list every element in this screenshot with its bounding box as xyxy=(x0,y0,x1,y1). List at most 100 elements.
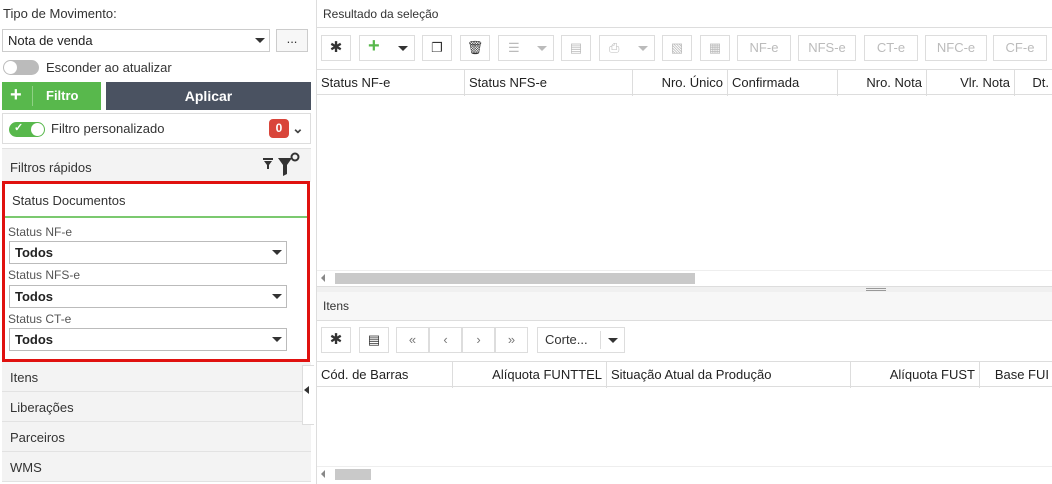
document-clock-icon: ▧ xyxy=(670,40,684,55)
arrow-left-icon[interactable] xyxy=(321,274,325,282)
chevron-down-icon xyxy=(638,46,648,51)
accordion-label: Parceiros xyxy=(10,430,65,445)
tipo-movimento-value: Nota de venda xyxy=(8,33,93,48)
filtro-count-badge: 0 xyxy=(269,119,289,138)
documents-button[interactable]: ▦ xyxy=(700,35,730,61)
aplicar-button[interactable]: Aplicar xyxy=(106,82,311,110)
list-button[interactable]: ☰ xyxy=(498,35,554,61)
filtro-personalizado-label: Filtro personalizado xyxy=(51,121,165,136)
itens-list-button[interactable]: ▤ xyxy=(359,327,389,353)
esconder-label: Esconder ao atualizar xyxy=(46,60,172,75)
filtro-button[interactable]: + Filtro xyxy=(2,82,101,110)
filtro-personalizado-toggle[interactable]: ✓ xyxy=(9,122,45,137)
chevron-down-icon xyxy=(255,38,265,43)
nfse-button[interactable]: NFS-e xyxy=(798,35,856,61)
pdf-button[interactable]: ▤ xyxy=(561,35,591,61)
tipo-movimento-select[interactable]: Nota de venda xyxy=(2,29,270,52)
filtros-rapidos-header[interactable]: Filtros rápidos xyxy=(2,148,311,182)
scroll-thumb[interactable] xyxy=(335,469,371,480)
filtros-rapidos-label: Filtros rápidos xyxy=(10,160,92,175)
stack-icon: ▦ xyxy=(708,40,722,55)
grip-icon xyxy=(866,288,886,291)
first-page-button[interactable]: « xyxy=(396,327,429,353)
col-situacao-producao[interactable]: Situação Atual da Produção xyxy=(607,362,851,388)
filter-icon[interactable] xyxy=(263,158,273,170)
status-nfse-label: Status NFS-e xyxy=(8,268,81,282)
nfe-button[interactable]: NF-e xyxy=(737,35,791,61)
status-nfse-value: Todos xyxy=(15,289,54,304)
accordion-label: Liberações xyxy=(10,400,74,415)
printer-icon: ⎙ xyxy=(609,40,620,55)
results-grid-header: Status NF-e Status NFS-e Nro. Único Conf… xyxy=(317,69,1052,96)
gear-icon: ✱ xyxy=(329,331,343,348)
chevron-down-icon xyxy=(272,250,282,255)
settings-button[interactable]: ✱ xyxy=(321,35,351,61)
accordion-label: Itens xyxy=(10,370,39,385)
chevron-left-icon xyxy=(304,386,309,394)
col-confirmada[interactable]: Confirmada xyxy=(728,70,838,96)
add-button[interactable]: + xyxy=(359,35,415,61)
last-page-button[interactable]: » xyxy=(495,327,528,353)
collapse-panel-button[interactable] xyxy=(302,365,314,425)
results-panel: Resultado da seleção ✱ + ❐ 🗑 ☰ ▤ ⎙ ▧ ▦ N… xyxy=(316,0,1052,484)
col-status-nfe[interactable]: Status NF-e xyxy=(317,70,465,96)
list-icon: ▤ xyxy=(367,332,381,347)
esconder-toggle[interactable] xyxy=(3,60,39,75)
col-nro-unico[interactable]: Nro. Único xyxy=(633,70,728,96)
arrow-left-icon[interactable] xyxy=(321,470,325,478)
accordion-liberacoes[interactable]: Liberações xyxy=(2,392,311,422)
status-documentos-section: Status Documentos Status NF-e Todos Stat… xyxy=(2,181,310,362)
status-documentos-title: Status Documentos xyxy=(12,193,126,208)
chevron-down-icon xyxy=(272,337,282,342)
plus-icon: + xyxy=(10,84,22,106)
status-nfse-select[interactable]: Todos xyxy=(9,285,287,308)
gear-icon: ✱ xyxy=(329,39,343,56)
corte-label: Corte... xyxy=(545,332,588,347)
filter-settings-icon[interactable] xyxy=(278,152,300,178)
accordion-label: WMS xyxy=(10,460,42,475)
scroll-thumb[interactable] xyxy=(335,273,695,284)
tipo-movimento-more-button[interactable]: ... xyxy=(276,29,308,52)
prev-page-button[interactable]: ‹ xyxy=(429,327,462,353)
status-nfe-select[interactable]: Todos xyxy=(9,241,287,264)
document-status-button[interactable]: ▧ xyxy=(662,35,692,61)
itens-title: Itens xyxy=(323,299,350,313)
accordion-parceiros[interactable]: Parceiros xyxy=(2,422,311,452)
col-cod-barras[interactable]: Cód. de Barras xyxy=(317,362,453,388)
col-status-nfse[interactable]: Status NFS-e xyxy=(465,70,633,96)
chevron-down-icon[interactable]: ⌄ xyxy=(292,120,304,137)
cfe-button[interactable]: CF-e xyxy=(993,35,1047,61)
status-cte-select[interactable]: Todos xyxy=(9,328,287,351)
filtro-personalizado-row: ✓ Filtro personalizado 0 ⌄ xyxy=(2,113,311,144)
itens-header: Itens xyxy=(317,292,1052,320)
copy-button[interactable]: ❐ xyxy=(422,35,452,61)
pdf-icon: ▤ xyxy=(569,40,583,55)
itens-horizontal-scrollbar[interactable] xyxy=(317,466,1052,480)
results-toolbar: ✱ + ❐ 🗑 ☰ ▤ ⎙ ▧ ▦ NF-e NFS-e CT-e NFC-e … xyxy=(317,29,1052,69)
tipo-movimento-label: Tipo de Movimento: xyxy=(3,6,117,21)
double-chevron-left-icon: « xyxy=(408,332,417,347)
itens-toolbar: ✱ ▤ « ‹ › » Corte... xyxy=(317,322,1052,362)
print-button[interactable]: ⎙ xyxy=(599,35,655,61)
filtro-button-label: Filtro xyxy=(46,88,79,103)
col-base-fu[interactable]: Base FUI xyxy=(980,362,1052,388)
col-aliquota-fust[interactable]: Alíquota FUST xyxy=(851,362,980,388)
accordion-itens[interactable]: Itens xyxy=(2,362,311,392)
col-dt[interactable]: Dt. xyxy=(1015,70,1052,96)
plus-icon: + xyxy=(368,35,380,57)
list-icon: ☰ xyxy=(508,40,520,55)
cte-button[interactable]: CT-e xyxy=(864,35,918,61)
col-nro-nota[interactable]: Nro. Nota xyxy=(838,70,927,96)
corte-button[interactable]: Corte... xyxy=(537,327,625,353)
results-horizontal-scrollbar[interactable] xyxy=(317,270,1052,284)
delete-button[interactable]: 🗑 xyxy=(460,35,490,61)
col-vlr-nota[interactable]: Vlr. Nota xyxy=(927,70,1015,96)
check-icon: ✓ xyxy=(14,122,24,134)
double-chevron-right-icon: » xyxy=(507,332,516,347)
trash-icon: 🗑 xyxy=(466,40,484,55)
accordion-wms[interactable]: WMS xyxy=(2,452,311,482)
col-aliquota-funttel[interactable]: Alíquota FUNTTEL xyxy=(453,362,607,388)
nfce-button[interactable]: NFC-e xyxy=(925,35,987,61)
next-page-button[interactable]: › xyxy=(462,327,495,353)
itens-settings-button[interactable]: ✱ xyxy=(321,327,351,353)
